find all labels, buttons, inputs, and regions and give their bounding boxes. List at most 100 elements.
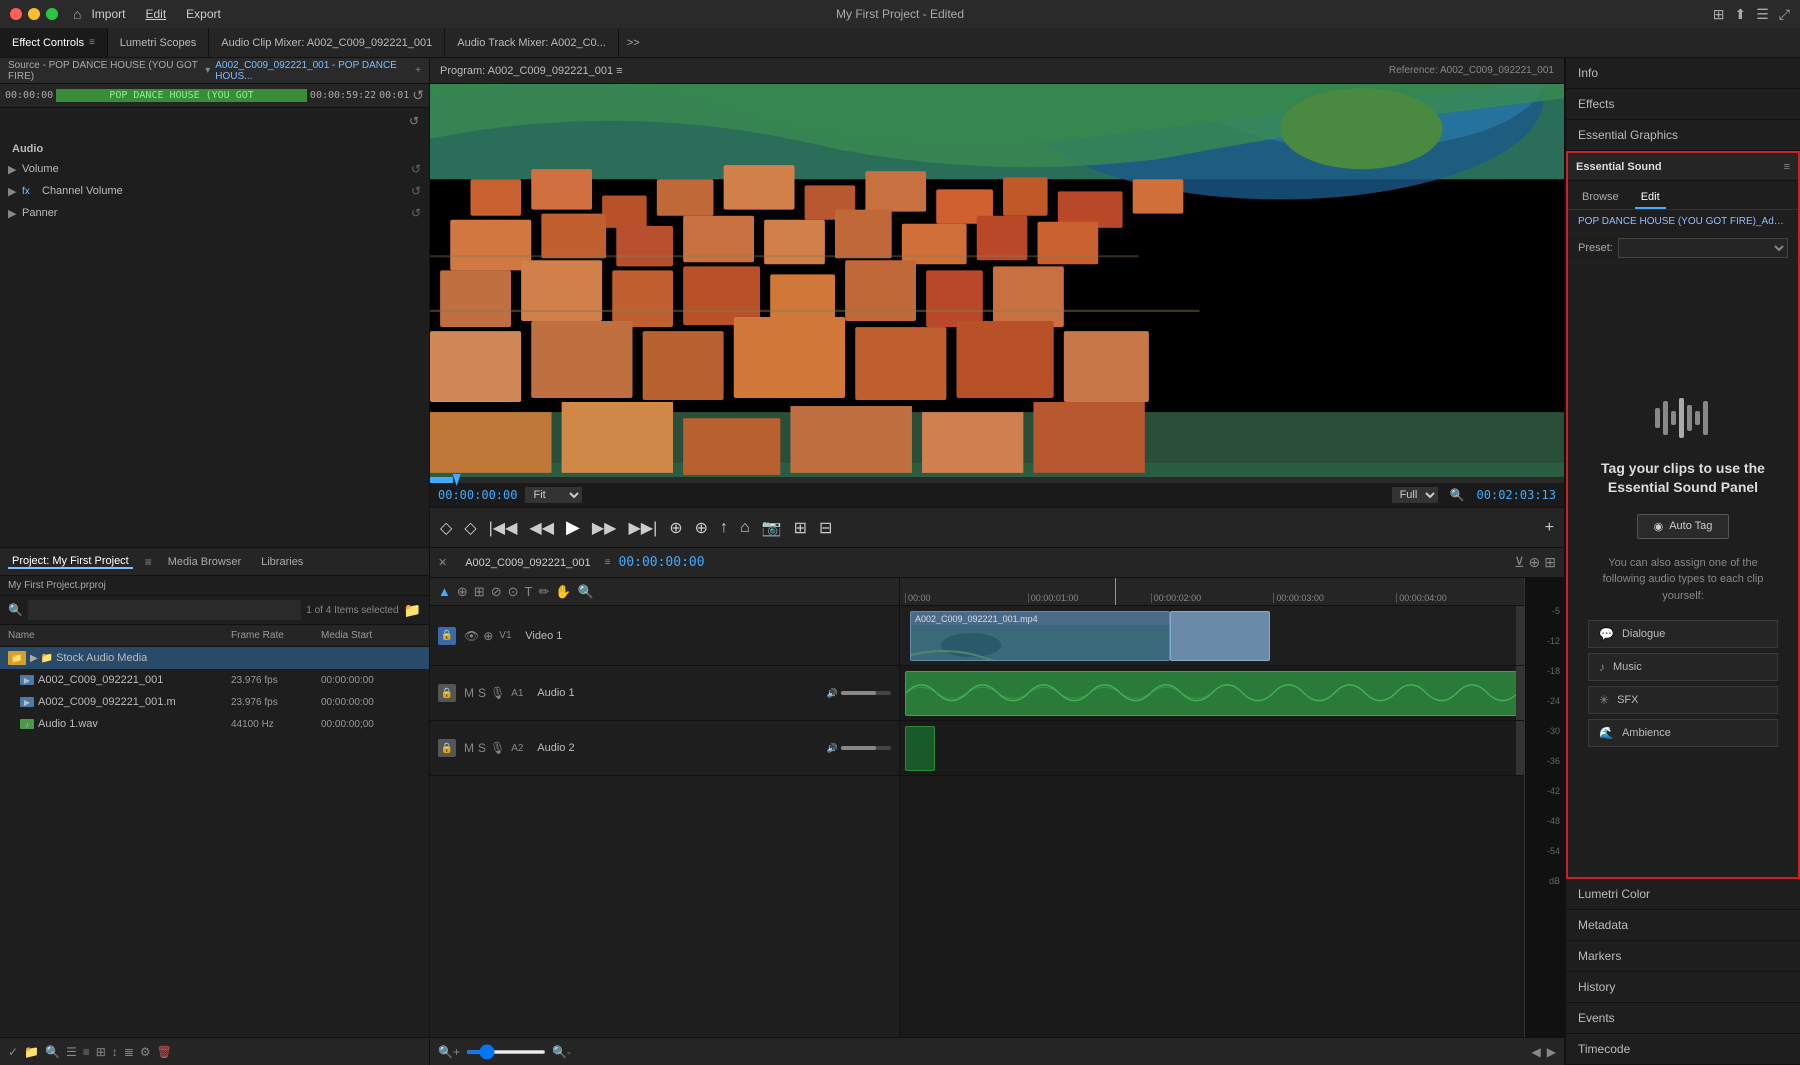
tab-audio-track-mixer[interactable]: Audio Track Mixer: A002_C0... [445, 28, 619, 57]
file-item-video2[interactable]: ▶ A002_C009_092221_001.m 23.976 fps 00:0… [0, 691, 429, 713]
home-icon[interactable]: ⌂ [73, 6, 81, 22]
audio1-track-end[interactable] [1516, 666, 1524, 720]
tab-project[interactable]: Project: My First Project [8, 555, 133, 569]
pan-reset[interactable]: ↺ [411, 206, 421, 220]
list-view-icon[interactable]: ≡ [83, 1045, 90, 1059]
mark-in-btn[interactable]: ◇ [440, 518, 452, 538]
quality-dropdown[interactable]: Full 1/2 1/4 [1392, 487, 1438, 503]
delete-icon[interactable]: 🗑 [157, 1045, 172, 1059]
autom-icon[interactable]: ≣ [124, 1045, 134, 1059]
a1-volume-knob[interactable] [841, 691, 891, 695]
lift-btn[interactable]: ↑ [720, 519, 728, 537]
extract-btn[interactable]: ⌂ [740, 519, 750, 537]
tab-audio-clip-mixer[interactable]: Audio Clip Mixer: A002_C009_092221_001 [209, 28, 445, 57]
a1-mute[interactable]: M [464, 686, 474, 700]
step-back-btn[interactable]: ◀◀ [529, 518, 554, 538]
file-item-video1[interactable]: ▶ A002_C009_092221_001 23.976 fps 00:00:… [0, 669, 429, 691]
ec-reset-icon[interactable]: ↺ [412, 87, 424, 104]
a2-mute[interactable]: M [464, 741, 474, 755]
a1-solo[interactable]: S [478, 686, 486, 700]
panel-item-metadata[interactable]: Metadata [1566, 910, 1800, 941]
step-fwd-btn[interactable]: ▶▶ [592, 518, 617, 538]
search-input[interactable] [28, 600, 301, 620]
volume-property[interactable]: ▶ Volume ↺ [0, 158, 429, 180]
find-icon[interactable]: 🔍 [45, 1045, 60, 1059]
tab-effect-controls[interactable]: Effect Controls ≡ [0, 28, 108, 57]
ripple-tool[interactable]: ⊕ [457, 584, 468, 600]
file-item-audio[interactable]: ♪ Audio 1.wav 44100 Hz 00:00:00;00 [0, 713, 429, 735]
btn-14[interactable]: ⊞ [794, 518, 807, 538]
v1-sync[interactable]: ⊕ [483, 629, 493, 643]
menu-import[interactable]: Import [91, 7, 125, 21]
esp-type-music[interactable]: ♪ Music [1588, 653, 1778, 681]
esp-type-sfx[interactable]: ✳ SFX [1588, 686, 1778, 714]
panel-item-effects[interactable]: Effects [1566, 89, 1800, 120]
panel-item-events[interactable]: Events [1566, 1003, 1800, 1034]
audio2-track-end[interactable] [1516, 721, 1524, 775]
a2-record[interactable]: 🎙 [490, 741, 505, 755]
zoom-in-icon[interactable]: 🔍+ [438, 1045, 460, 1059]
timeline-tab-close[interactable]: ✕ [438, 556, 447, 569]
a1-record[interactable]: 🎙 [490, 686, 505, 700]
overwrite-btn[interactable]: ⊕ [695, 518, 708, 538]
play-btn[interactable]: ▶ [566, 517, 580, 538]
v1-lock-btn[interactable]: 🔒 [438, 627, 456, 645]
audio2-clip-small[interactable] [905, 726, 935, 771]
panner-property[interactable]: ▶ Panner ↺ [0, 202, 429, 224]
esp-tab-browse[interactable]: Browse [1576, 187, 1625, 209]
new-item-icon[interactable]: ✓ [8, 1045, 18, 1059]
export-frame-btn[interactable]: 📷 [762, 518, 782, 538]
rolling-tool[interactable]: ⊞ [474, 584, 485, 600]
type-tool[interactable]: T [525, 584, 533, 599]
panels-icon[interactable]: ⊞ [1713, 6, 1725, 23]
panel-item-info[interactable]: Info [1566, 58, 1800, 89]
menu-edit[interactable]: Edit [145, 7, 166, 21]
timeline-menu[interactable]: ≡ [605, 557, 611, 568]
close-button[interactable] [10, 8, 22, 20]
select-tool[interactable]: ▲ [438, 584, 451, 599]
esp-preset-dropdown[interactable] [1618, 238, 1788, 258]
a2-volume-knob[interactable] [841, 746, 891, 750]
esp-type-dialogue[interactable]: 💬 Dialogue [1588, 620, 1778, 648]
filter-icon[interactable]: ⊻ [1514, 554, 1524, 571]
tab-effect-controls-menu[interactable]: ≡ [89, 37, 95, 48]
video-track-end[interactable] [1516, 606, 1524, 665]
esp-tab-edit[interactable]: Edit [1635, 187, 1666, 209]
link-icon[interactable]: ⊞ [1544, 554, 1556, 571]
icon-view-icon[interactable]: ⊞ [96, 1045, 106, 1059]
panel-item-essential-graphics[interactable]: Essential Graphics [1566, 120, 1800, 151]
tab-media-browser[interactable]: Media Browser [164, 556, 245, 568]
panel-item-markers[interactable]: Markers [1566, 941, 1800, 972]
menu-export[interactable]: Export [186, 7, 221, 21]
channel-volume-property[interactable]: ▶ fx Channel Volume ↺ [0, 180, 429, 202]
panel-item-history[interactable]: History [1566, 972, 1800, 1003]
more-tabs-button[interactable]: >> [619, 37, 648, 49]
razor-tool[interactable]: ⊘ [491, 584, 502, 600]
tab-lumetri-scopes[interactable]: Lumetri Scopes [108, 28, 209, 57]
a2-lock-btn[interactable]: 🔒 [438, 739, 456, 757]
reset-icon-1[interactable]: ↺ [409, 114, 419, 128]
maximize-button[interactable] [46, 8, 58, 20]
fit-dropdown[interactable]: Fit 25% 50% 75% 100% [525, 487, 582, 503]
settings-icon[interactable]: ☰ [1756, 6, 1769, 23]
share-icon[interactable]: ⬆ [1735, 6, 1747, 23]
tab-libraries[interactable]: Libraries [257, 556, 307, 568]
magnet-icon[interactable]: ⊕ [1529, 554, 1541, 571]
esp-menu-icon[interactable]: ≡ [1784, 161, 1790, 173]
zoom-tool[interactable]: 🔍 [578, 584, 594, 600]
add-marker-btn[interactable]: + [1545, 519, 1554, 537]
pen-tool[interactable]: ✏ [538, 584, 549, 600]
a1-lock-btn[interactable]: 🔒 [438, 684, 456, 702]
fullscreen-icon[interactable]: ⤢ [1779, 6, 1790, 23]
timeline-ruler[interactable]: 00:00 00:00:01:00 00:00:02:00 00:00:03:0… [900, 578, 1524, 606]
audio-clip-green[interactable] [905, 671, 1519, 716]
cv-reset[interactable]: ↺ [411, 184, 421, 198]
file-item-folder[interactable]: 📁 ▶ 📁 Stock Audio Media [0, 647, 429, 669]
a2-solo[interactable]: S [478, 741, 486, 755]
hand-tool[interactable]: ✋ [555, 584, 571, 600]
zoom-slider[interactable] [466, 1050, 546, 1054]
btn-15[interactable]: ⊟ [819, 518, 832, 538]
new-bin-icon[interactable]: 📁 [404, 602, 421, 619]
zoom-out-icon[interactable]: 🔍- [552, 1045, 571, 1059]
panel-item-timecode[interactable]: Timecode [1566, 1034, 1800, 1065]
